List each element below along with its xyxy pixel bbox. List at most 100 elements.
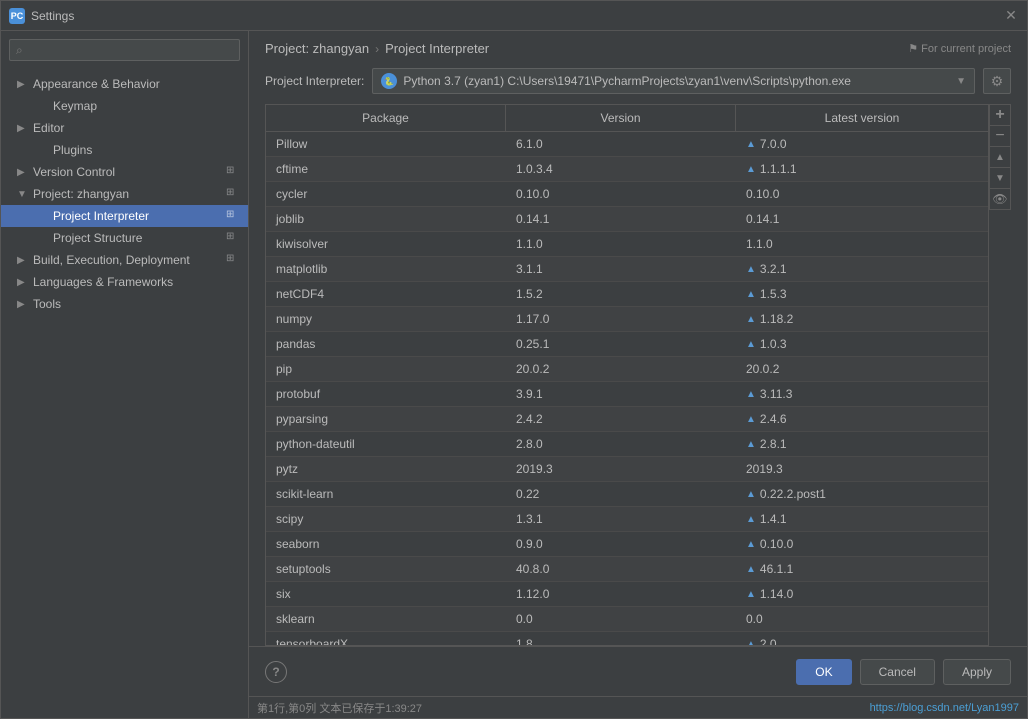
package-latest: ▲1.1.1.1 bbox=[736, 157, 988, 181]
table-row[interactable]: cftime1.0.3.4▲1.1.1.1 bbox=[266, 157, 988, 182]
upgrade-arrow-icon: ▲ bbox=[746, 564, 756, 575]
table-row[interactable]: scikit-learn0.22▲0.22.2.post1 bbox=[266, 482, 988, 507]
package-latest: ▲2.0 bbox=[736, 632, 988, 645]
remove-package-button[interactable]: − bbox=[989, 125, 1011, 147]
package-name: netCDF4 bbox=[266, 282, 506, 306]
breadcrumb-current: Project Interpreter bbox=[385, 41, 489, 56]
package-latest: ▲1.14.0 bbox=[736, 582, 988, 606]
package-version: 2019.3 bbox=[506, 457, 736, 481]
table-row[interactable]: pytz2019.32019.3 bbox=[266, 457, 988, 482]
table-body: Pillow6.1.0▲7.0.0cftime1.0.3.4▲1.1.1.1cy… bbox=[266, 132, 988, 645]
package-version: 1.1.0 bbox=[506, 232, 736, 256]
for-current-project[interactable]: ⚑ For current project bbox=[908, 42, 1011, 55]
apply-button[interactable]: Apply bbox=[943, 659, 1011, 685]
package-name: kiwisolver bbox=[266, 232, 506, 256]
table-row[interactable]: setuptools40.8.0▲46.1.1 bbox=[266, 557, 988, 582]
cancel-button[interactable]: Cancel bbox=[860, 659, 935, 685]
package-latest: 20.0.2 bbox=[736, 357, 988, 381]
scroll-down-button[interactable]: ▼ bbox=[989, 167, 1011, 189]
sidebar-nav: ▶ Appearance & Behavior Keymap ▶ Editor … bbox=[1, 69, 248, 718]
eye-button[interactable]: 👁 bbox=[989, 188, 1011, 210]
table-row[interactable]: protobuf3.9.1▲3.11.3 bbox=[266, 382, 988, 407]
package-name: scipy bbox=[266, 507, 506, 531]
structure-icon: ⊞ bbox=[226, 231, 240, 245]
package-latest: ▲1.0.3 bbox=[736, 332, 988, 356]
table-row[interactable]: matplotlib3.1.1▲3.2.1 bbox=[266, 257, 988, 282]
sidebar-item-tools[interactable]: ▶ Tools bbox=[1, 293, 248, 315]
upgrade-arrow-icon: ▲ bbox=[746, 414, 756, 425]
table-row[interactable]: netCDF41.5.2▲1.5.3 bbox=[266, 282, 988, 307]
table-row[interactable]: seaborn0.9.0▲0.10.0 bbox=[266, 532, 988, 557]
sidebar-item-project-interpreter[interactable]: Project Interpreter ⊞ bbox=[1, 205, 248, 227]
package-version: 0.22 bbox=[506, 482, 736, 506]
sidebar-item-version-control[interactable]: ▶ Version Control ⊞ bbox=[1, 161, 248, 183]
scroll-up-button[interactable]: ▲ bbox=[989, 146, 1011, 168]
package-version: 2.4.2 bbox=[506, 407, 736, 431]
upgrade-arrow-icon: ▲ bbox=[746, 589, 756, 600]
sidebar-item-label: Editor bbox=[33, 121, 240, 135]
sidebar-item-project-structure[interactable]: Project Structure ⊞ bbox=[1, 227, 248, 249]
table-row[interactable]: six1.12.0▲1.14.0 bbox=[266, 582, 988, 607]
table-row[interactable]: tensorboardX1.8▲2.0 bbox=[266, 632, 988, 645]
sidebar-item-keymap[interactable]: Keymap bbox=[1, 95, 248, 117]
header-latest: Latest version bbox=[736, 105, 988, 131]
close-button[interactable]: ✕ bbox=[1003, 8, 1019, 24]
table-row[interactable]: kiwisolver1.1.01.1.0 bbox=[266, 232, 988, 257]
table-row[interactable]: scipy1.3.1▲1.4.1 bbox=[266, 507, 988, 532]
sidebar-item-project[interactable]: ▼ Project: zhangyan ⊞ bbox=[1, 183, 248, 205]
sidebar-item-label: Project Structure bbox=[53, 231, 222, 245]
window-title: Settings bbox=[31, 9, 1003, 23]
sidebar-item-label: Version Control bbox=[33, 165, 222, 179]
table-row[interactable]: pandas0.25.1▲1.0.3 bbox=[266, 332, 988, 357]
bottom-bar: ? OK Cancel Apply bbox=[249, 646, 1027, 696]
arrow-icon: ▶ bbox=[17, 123, 29, 134]
package-latest: ▲1.4.1 bbox=[736, 507, 988, 531]
package-latest: ▲7.0.0 bbox=[736, 132, 988, 156]
upgrade-arrow-icon: ▲ bbox=[746, 389, 756, 400]
interpreter-gear-button[interactable]: ⚙ bbox=[983, 68, 1011, 94]
table-row[interactable]: numpy1.17.0▲1.18.2 bbox=[266, 307, 988, 332]
bottom-right: OK Cancel Apply bbox=[796, 659, 1011, 685]
app-icon: PC bbox=[9, 8, 25, 24]
table-row[interactable]: joblib0.14.10.14.1 bbox=[266, 207, 988, 232]
status-link[interactable]: https://blog.csdn.net/Lyan1997 bbox=[870, 702, 1019, 714]
ok-button[interactable]: OK bbox=[796, 659, 851, 685]
search-input[interactable] bbox=[9, 39, 240, 61]
package-name: Pillow bbox=[266, 132, 506, 156]
package-version: 1.0.3.4 bbox=[506, 157, 736, 181]
breadcrumb-project[interactable]: Project: zhangyan bbox=[265, 41, 369, 56]
table-row[interactable]: python-dateutil2.8.0▲2.8.1 bbox=[266, 432, 988, 457]
sidebar-item-build[interactable]: ▶ Build, Execution, Deployment ⊞ bbox=[1, 249, 248, 271]
package-name: cftime bbox=[266, 157, 506, 181]
package-name: pip bbox=[266, 357, 506, 381]
package-name: six bbox=[266, 582, 506, 606]
package-name: sklearn bbox=[266, 607, 506, 631]
table-container: + − ▲ ▼ 👁 Package Version Latest version… bbox=[249, 104, 1027, 646]
package-name: cycler bbox=[266, 182, 506, 206]
interpreter-select-wrapper: 🐍 Python 3.7 (zyan1) C:\Users\19471\Pych… bbox=[372, 68, 975, 94]
add-package-button[interactable]: + bbox=[989, 104, 1011, 126]
package-version: 1.8 bbox=[506, 632, 736, 645]
sidebar-item-label: Project: zhangyan bbox=[33, 187, 222, 201]
arrow-icon: ▼ bbox=[17, 189, 29, 200]
table-row[interactable]: pyparsing2.4.2▲2.4.6 bbox=[266, 407, 988, 432]
package-name: joblib bbox=[266, 207, 506, 231]
package-name: tensorboardX bbox=[266, 632, 506, 645]
package-version: 0.0 bbox=[506, 607, 736, 631]
package-latest: 0.14.1 bbox=[736, 207, 988, 231]
table-row[interactable]: pip20.0.220.0.2 bbox=[266, 357, 988, 382]
table-row[interactable]: cycler0.10.00.10.0 bbox=[266, 182, 988, 207]
sidebar-item-appearance[interactable]: ▶ Appearance & Behavior bbox=[1, 73, 248, 95]
sidebar-item-label: Keymap bbox=[53, 99, 240, 113]
sidebar-item-label: Tools bbox=[33, 297, 240, 311]
sidebar-item-plugins[interactable]: Plugins bbox=[1, 139, 248, 161]
package-latest: ▲2.8.1 bbox=[736, 432, 988, 456]
table-row[interactable]: Pillow6.1.0▲7.0.0 bbox=[266, 132, 988, 157]
interpreter-select[interactable]: 🐍 Python 3.7 (zyan1) C:\Users\19471\Pych… bbox=[372, 68, 975, 94]
sidebar-item-languages[interactable]: ▶ Languages & Frameworks bbox=[1, 271, 248, 293]
sidebar-item-editor[interactable]: ▶ Editor bbox=[1, 117, 248, 139]
package-name: python-dateutil bbox=[266, 432, 506, 456]
table-row[interactable]: sklearn0.00.0 bbox=[266, 607, 988, 632]
help-button[interactable]: ? bbox=[265, 661, 287, 683]
sidebar-item-label: Languages & Frameworks bbox=[33, 275, 240, 289]
